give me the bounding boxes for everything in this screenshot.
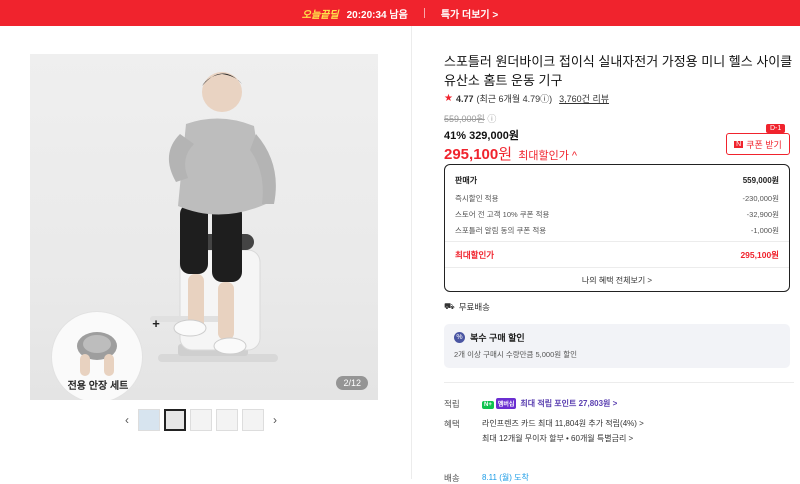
price-row-value: -32,900원 — [746, 210, 779, 219]
final-price: 295,100원 최대할인가 ^ — [444, 143, 577, 164]
star-icon: ★ — [444, 93, 453, 104]
coupon-icon: N — [734, 140, 744, 148]
price-row-label: 판매가 — [455, 176, 478, 185]
thumbnail[interactable] — [164, 409, 186, 431]
divider — [445, 241, 789, 242]
divider — [423, 8, 425, 18]
delivery-label: 배송 — [444, 473, 460, 483]
main-product-image[interactable]: 2/12 + 전용 안장 세트 — [30, 54, 378, 400]
price-row: 즉시할인 적용 -230,000원 — [455, 193, 779, 204]
npay-icon: N+ — [482, 401, 494, 409]
divider — [445, 267, 789, 268]
max-discount-toggle[interactable]: 최대할인가 ^ — [518, 150, 577, 162]
shipping-info: ⛟ 무료배송 — [444, 301, 490, 313]
thumbnail[interactable] — [138, 409, 160, 431]
review-count-link[interactable]: 3,760건 리뷰 — [559, 92, 609, 105]
price-row-label: 즉시할인 적용 — [455, 194, 499, 203]
price-row: 스포틀러 알림 동의 쿠폰 적용 -1,000원 — [455, 225, 779, 236]
product-title: 스포틀러 원더바이크 접이식 실내자전거 가정용 미니 헬스 사이클 유산소 홈… — [444, 54, 793, 88]
rating-row: ★ 4.77 (최근 6개월 4.79ⓘ) 3,760건 리뷰 — [444, 92, 609, 105]
total-label: 최대할인가 — [455, 250, 495, 260]
prev-image-icon[interactable]: ‹ — [120, 413, 134, 427]
final-price-unit: 원 — [498, 146, 513, 163]
price-breakdown: 판매가 559,000원 즉시할인 적용 -230,000원 스토어 전 고객 … — [444, 164, 790, 292]
benefit-label: 혜택 — [444, 419, 460, 429]
price-row: 스토어 전 고객 10% 쿠폰 적용 -32,900원 — [455, 209, 779, 220]
thumbnail[interactable] — [242, 409, 264, 431]
card-benefit-link[interactable]: 라인프렌즈 카드 최대 11,804원 추가 적립(4%) > — [482, 418, 644, 429]
deal-timer: 20:20:34 남음 — [346, 9, 408, 21]
price-row-value: 559,000원 — [742, 176, 779, 185]
promo-top-bar: 오늘끝딜 20:20:34 남음 특가 더보기 > — [0, 0, 800, 26]
price-row-value: -230,000원 — [742, 194, 779, 203]
thumbnail[interactable] — [190, 409, 212, 431]
price-row: 판매가 559,000원 — [455, 175, 779, 186]
total-row: 최대할인가 295,100원 — [455, 249, 779, 261]
points-link[interactable]: N+ 멤버십 최대 적립 포인트 27,803원 > — [482, 398, 617, 409]
final-price-value: 295,100 — [444, 146, 499, 163]
coupon-label: 쿠폰 받기 — [746, 139, 782, 150]
original-price: 559,000원 ⓘ — [444, 112, 496, 125]
points-label: 적립 — [444, 399, 460, 409]
percent-icon: % — [454, 332, 465, 343]
shipping-text: 무료배송 — [458, 302, 490, 312]
info-icon[interactable]: ⓘ — [487, 114, 496, 124]
discount-price: 41% 329,000원 — [444, 130, 519, 142]
all-benefits-link[interactable]: 나의 혜택 전체보기 > — [445, 275, 789, 286]
image-counter: 2/12 — [336, 376, 368, 390]
multi-buy-discount: % 복수 구매 할인 2개 이상 구매시 수량만큼 5,000원 할인 — [444, 324, 790, 368]
total-value: 295,100원 — [740, 250, 779, 260]
original-price-value: 559,000원 — [444, 114, 485, 124]
more-deals-link[interactable]: 특가 더보기 > — [441, 6, 498, 21]
truck-icon: ⛟ — [444, 301, 455, 311]
column-divider — [411, 26, 412, 479]
product-gallery: 2/12 + 전용 안장 세트 ‹ › — [0, 26, 410, 479]
plus-icon: + — [152, 316, 160, 331]
thumbnail[interactable] — [216, 409, 238, 431]
multi-buy-title: 복수 구매 할인 — [470, 333, 525, 343]
divider — [444, 382, 794, 383]
points-value: 최대 적립 포인트 27,803원 > — [520, 399, 618, 408]
thumbnail-strip: ‹ › — [120, 409, 282, 431]
rating-recent: (최근 6개월 4.79ⓘ) — [476, 94, 553, 104]
multi-buy-desc: 2개 이상 구매시 수량만큼 5,000원 할인 — [454, 350, 578, 359]
price-row-value: -1,000원 — [750, 226, 779, 235]
rating-score: 4.77 — [455, 93, 474, 104]
inset-label: 전용 안장 세트 — [67, 381, 129, 392]
price-row-label: 스포틀러 알림 동의 쿠폰 적용 — [455, 226, 547, 235]
membership-badge: 멤버십 — [495, 398, 517, 409]
get-coupon-button[interactable]: N 쿠폰 받기 — [726, 133, 790, 155]
deal-label: 오늘끝딜 — [301, 9, 339, 21]
coupon-deadline-badge: D-1 — [766, 124, 786, 133]
installment-link[interactable]: 최대 12개월 무이자 할부 • 60개월 특별금리 > — [482, 433, 633, 444]
delivery-value: 8.11 (월) 도착 — [482, 473, 529, 482]
next-image-icon[interactable]: › — [268, 413, 282, 427]
price-row-label: 스토어 전 고객 10% 쿠폰 적용 — [455, 210, 550, 219]
